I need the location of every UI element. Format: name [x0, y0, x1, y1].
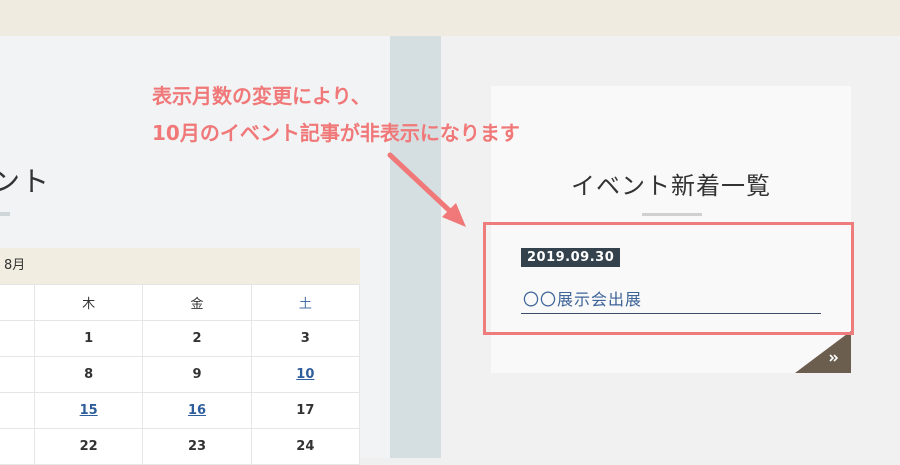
- calendar-day-link[interactable]: 15: [80, 403, 98, 418]
- annotation-text: 表示月数の変更により、 10月のイベント記事が非表示になります: [152, 78, 520, 152]
- more-link-corner[interactable]: [795, 331, 851, 373]
- weekday-header-thu: 木: [33, 284, 144, 321]
- calendar-day-link[interactable]: 16: [188, 403, 206, 418]
- calendar-day: [0, 320, 35, 357]
- calendar-week-row: 22 23 24: [0, 428, 361, 465]
- calendar-week-row: 1 2 3: [0, 320, 361, 357]
- highlight-box: [483, 222, 854, 335]
- calendar-day: [0, 356, 35, 393]
- calendar-heading: ント: [0, 165, 51, 198]
- annotation-line: 表示月数の変更により、: [152, 84, 371, 108]
- widget-title-underline: [642, 213, 702, 216]
- annotation-arrow-icon: [387, 152, 466, 227]
- calendar-day: 22: [33, 428, 144, 465]
- calendar-day: 17: [250, 392, 361, 429]
- top-header-bar: [0, 0, 900, 36]
- calendar-weekday-row: 木 金 土: [0, 284, 361, 321]
- calendar-day: 23: [142, 428, 252, 465]
- calendar-day-cell: 15: [33, 392, 144, 429]
- calendar-day: 24: [250, 428, 361, 465]
- calendar-day: [0, 392, 35, 429]
- calendar-month-label: 8月: [0, 248, 360, 284]
- calendar-week-row: 8 9 10: [0, 356, 361, 393]
- calendar-day-cell: 16: [142, 392, 252, 429]
- weekday-header: [0, 284, 35, 321]
- calendar-day: 1: [33, 320, 144, 357]
- calendar-day: 9: [142, 356, 252, 393]
- calendar-day: 3: [250, 320, 361, 357]
- widget-title: イベント新着一覧: [571, 172, 771, 200]
- calendar-day: [0, 428, 35, 465]
- calendar-heading-underline: [0, 212, 10, 216]
- corner-triangle: [795, 331, 851, 373]
- calendar-day: 8: [33, 356, 144, 393]
- weekday-header-fri: 金: [142, 284, 252, 321]
- event-calendar: 8月 木 金 土 1 2 3 8 9 10 15 16 17 22 23 24: [0, 248, 361, 465]
- calendar-grid: 木 金 土 1 2 3 8 9 10 15 16 17 22 23 24: [0, 284, 361, 465]
- weekday-header-sat: 土: [250, 284, 361, 321]
- calendar-week-row: 15 16 17: [0, 392, 361, 429]
- calendar-day-link[interactable]: 10: [296, 367, 314, 382]
- calendar-day-cell: 10: [250, 356, 361, 393]
- calendar-day: 2: [142, 320, 252, 357]
